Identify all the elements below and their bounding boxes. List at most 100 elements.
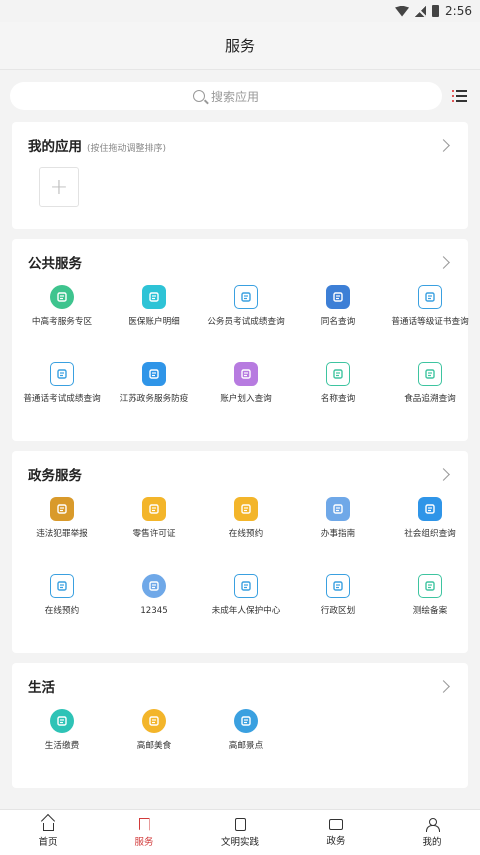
plus-icon: + bbox=[49, 174, 69, 200]
life-title: 生活 bbox=[28, 680, 55, 696]
battery-icon bbox=[432, 5, 440, 17]
chevron-right-icon bbox=[437, 255, 450, 269]
search-input[interactable]: 搜索应用 bbox=[10, 82, 442, 110]
speaker-icon bbox=[142, 362, 166, 386]
service-item[interactable]: 普通话等级证书查询 bbox=[384, 279, 476, 356]
life-header[interactable]: 生活 bbox=[28, 675, 452, 697]
nav-item[interactable]: 服务 bbox=[96, 810, 192, 855]
nav-item[interactable]: 文明实践 bbox=[192, 810, 288, 855]
service-item[interactable]: 12345 bbox=[108, 568, 200, 645]
gov-services-grid: 违法犯罪举报 零售许可证 在线预约 办事指南 社会组织查询 在线预约 12345 未成年人保护… bbox=[16, 491, 464, 645]
service-item-label: 江苏政务服务防疫 bbox=[119, 394, 189, 404]
nav-item-label: 我的 bbox=[422, 836, 442, 848]
service-item-label: 普通话等级证书查询 bbox=[391, 317, 469, 327]
gov-services-header[interactable]: 政务服务 bbox=[28, 463, 452, 485]
service-item-label: 办事指南 bbox=[320, 529, 356, 539]
scenic-bus-icon bbox=[234, 709, 258, 733]
exam-score-icon bbox=[50, 362, 74, 386]
name-query-icon bbox=[326, 362, 350, 386]
search-icon bbox=[192, 90, 205, 102]
chevron-right-icon bbox=[437, 138, 450, 152]
service-item-label: 高邮美食 bbox=[136, 741, 172, 751]
status-bar: 2:56 bbox=[0, 0, 480, 22]
public-services-grid: 中高考服务专区 医保账户明细 公务员考试成绩查询 同名查询 普通话等级证书查询普通话考试… bbox=[16, 279, 469, 433]
service-item[interactable]: 测绘备案 bbox=[384, 568, 476, 645]
my-apps-header[interactable]: 我的应用 (按住拖动调整排序) bbox=[28, 134, 452, 156]
service-item[interactable]: 名称查询 bbox=[292, 356, 384, 433]
service-item[interactable]: 医保账户明细 bbox=[108, 279, 200, 356]
nav-item-label: 服务 bbox=[134, 836, 154, 848]
service-item[interactable]: 公务员考试成绩查询 bbox=[200, 279, 292, 356]
bookmark-icon bbox=[138, 817, 150, 831]
report-icon bbox=[50, 497, 74, 521]
service-item[interactable]: 同名查询 bbox=[292, 279, 384, 356]
add-app-button[interactable]: + bbox=[39, 167, 79, 207]
service-item-label: 中高考服务专区 bbox=[31, 317, 93, 327]
service-item[interactable]: 高邮美食 bbox=[108, 703, 200, 780]
service-item-label: 食品追溯查询 bbox=[404, 394, 456, 404]
page-title: 服务 bbox=[224, 37, 255, 55]
chat-icon bbox=[329, 818, 343, 830]
monitor-search-icon bbox=[418, 497, 442, 521]
appointment-icon bbox=[234, 497, 258, 521]
signal-icon bbox=[415, 5, 427, 17]
service-item-label: 12345 bbox=[140, 606, 168, 616]
my-apps-hint: (按住拖动调整排序) bbox=[87, 144, 167, 154]
service-item[interactable]: 高邮景点 bbox=[200, 703, 292, 780]
list-view-icon[interactable] bbox=[442, 82, 470, 110]
service-item[interactable]: 账户划入查询 bbox=[200, 356, 292, 433]
service-item-label: 未成年人保护中心 bbox=[211, 606, 281, 616]
service-item[interactable]: 生活缴费 bbox=[16, 703, 108, 780]
wifi-icon bbox=[395, 5, 410, 17]
chevron-right-icon bbox=[437, 467, 450, 481]
payment-icon bbox=[50, 709, 74, 733]
service-item-label: 测绘备案 bbox=[412, 606, 448, 616]
life-card: 生活 生活缴费 高邮美食 高邮景点 bbox=[12, 663, 468, 788]
my-apps-title: 我的应用 bbox=[28, 139, 82, 155]
service-item[interactable]: 行政区划 bbox=[292, 568, 384, 645]
service-item[interactable]: 未成年人保护中心 bbox=[200, 568, 292, 645]
name-search-icon bbox=[326, 285, 350, 309]
service-item-label: 名称查询 bbox=[320, 394, 356, 404]
exam-icon bbox=[50, 285, 74, 309]
search-placeholder: 搜索应用 bbox=[210, 89, 259, 104]
nav-item[interactable]: 我的 bbox=[384, 810, 480, 855]
service-item-label: 账户划入查询 bbox=[220, 394, 272, 404]
public-services-title: 公共服务 bbox=[28, 256, 82, 272]
nav-item[interactable]: 政务 bbox=[288, 810, 384, 855]
bottom-nav: 首页 服务 文明实践 政务 我的 bbox=[0, 809, 480, 855]
nav-item-label: 文明实践 bbox=[220, 836, 259, 848]
nav-item[interactable]: 首页 bbox=[0, 810, 96, 855]
service-item[interactable]: 普通话考试成绩查询 bbox=[16, 356, 108, 433]
service-item-label: 社会组织查询 bbox=[404, 529, 456, 539]
chevron-right-icon bbox=[437, 679, 450, 693]
nav-item-label: 首页 bbox=[38, 836, 58, 848]
service-item[interactable]: 江苏政务服务防疫 bbox=[108, 356, 200, 433]
guide-icon bbox=[326, 497, 350, 521]
service-item-label: 行政区划 bbox=[320, 606, 356, 616]
food-icon bbox=[142, 709, 166, 733]
service-item[interactable]: 中高考服务专区 bbox=[16, 279, 108, 356]
map-division-icon bbox=[326, 574, 350, 598]
user-icon bbox=[426, 817, 440, 832]
service-item[interactable]: 零售许可证 bbox=[108, 491, 200, 568]
service-item-label: 在线预约 bbox=[44, 606, 80, 616]
public-services-header[interactable]: 公共服务 bbox=[28, 251, 452, 273]
survey-record-icon bbox=[418, 574, 442, 598]
service-item-label: 普通话考试成绩查询 bbox=[23, 394, 101, 404]
service-item[interactable]: 违法犯罪举报 bbox=[16, 491, 108, 568]
service-item[interactable]: 在线预约 bbox=[16, 568, 108, 645]
service-item-label: 医保账户明细 bbox=[128, 317, 180, 327]
service-item[interactable]: 在线预约 bbox=[200, 491, 292, 568]
online-booking-icon bbox=[50, 574, 74, 598]
status-time: 2:56 bbox=[445, 4, 472, 18]
service-item[interactable]: 办事指南 bbox=[292, 491, 384, 568]
gov-services-title: 政务服务 bbox=[28, 468, 82, 484]
service-item-label: 在线预约 bbox=[228, 529, 264, 539]
service-item-label: 零售许可证 bbox=[132, 529, 176, 539]
service-item[interactable]: 食品追溯查询 bbox=[384, 356, 476, 433]
account-transfer-icon bbox=[234, 362, 258, 386]
gov-services-card: 政务服务 违法犯罪举报 零售许可证 在线预约 办事指南 社会组织查询 在线预约 12345 未… bbox=[12, 451, 468, 653]
service-item[interactable]: 社会组织查询 bbox=[384, 491, 476, 568]
service-item-label: 公务员考试成绩查询 bbox=[207, 317, 285, 327]
